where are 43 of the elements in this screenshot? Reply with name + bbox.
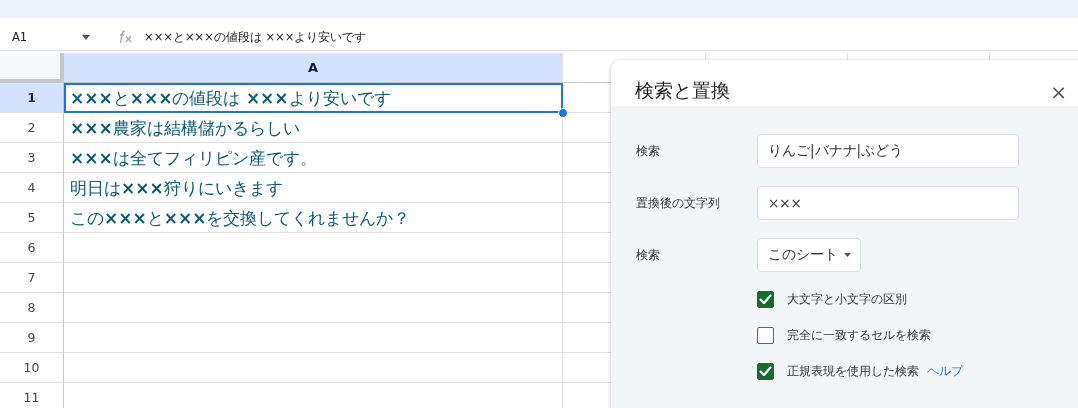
- cell-reference[interactable]: A1: [0, 30, 82, 44]
- field-label: 検索: [636, 142, 661, 160]
- grid-cell[interactable]: この×××と×××を交換してくれませんか？: [64, 203, 563, 233]
- grid-cell[interactable]: ×××と×××の値段は ×××より安いです: [64, 83, 563, 113]
- grid-cell[interactable]: [64, 293, 563, 323]
- select-all-corner[interactable]: [0, 53, 64, 83]
- row-header[interactable]: 7: [0, 263, 64, 293]
- field-label: 検索: [636, 246, 661, 264]
- row-header[interactable]: 1: [0, 83, 64, 113]
- row-header[interactable]: 3: [0, 143, 64, 173]
- field-label: 置換後の文字列: [636, 194, 721, 212]
- input-field[interactable]: りんご|バナナ|ぶどう: [757, 134, 1019, 168]
- row-header[interactable]: 9: [0, 323, 64, 353]
- input-field[interactable]: ×××: [757, 186, 1019, 220]
- grid-cell[interactable]: [64, 263, 563, 293]
- checkbox-label[interactable]: 正規表現を使用した検索: [787, 362, 919, 380]
- function-icon: [118, 30, 134, 44]
- dropdown-caret-icon[interactable]: [82, 34, 90, 40]
- caret-icon: [844, 253, 851, 257]
- row-header[interactable]: 5: [0, 203, 64, 233]
- checkbox[interactable]: [757, 290, 774, 308]
- row-header[interactable]: 6: [0, 233, 64, 263]
- fill-handle[interactable]: [558, 108, 568, 118]
- close-button[interactable]: ×: [1050, 82, 1067, 102]
- scope-dropdown[interactable]: このシート: [757, 238, 861, 272]
- grid-cell[interactable]: 明日は×××狩りにいきます: [64, 173, 563, 203]
- dialog-title: 検索と置換: [635, 78, 730, 103]
- row-header[interactable]: 8: [0, 293, 64, 323]
- grid-cell[interactable]: [64, 323, 563, 353]
- checkbox[interactable]: [757, 362, 774, 380]
- grid-cell[interactable]: ×××は全てフィリピン産です。: [64, 143, 563, 173]
- row-header[interactable]: 4: [0, 173, 64, 203]
- grid-cell[interactable]: [64, 233, 563, 263]
- column-header[interactable]: A: [64, 53, 563, 83]
- checkbox-label[interactable]: 大文字と小文字の区別: [787, 290, 907, 308]
- checkbox[interactable]: [757, 326, 774, 344]
- row-header[interactable]: 10: [0, 353, 64, 383]
- grid-cell[interactable]: ×××農家は結構儲かるらしい: [64, 113, 563, 143]
- help-link[interactable]: ヘルプ: [927, 362, 963, 380]
- formula-text[interactable]: ×××と×××の値段は ×××より安いです: [144, 29, 367, 45]
- checkbox-label[interactable]: 完全に一致するセルを検索: [787, 326, 931, 344]
- grid-cell[interactable]: [64, 353, 563, 383]
- row-header[interactable]: 2: [0, 113, 64, 143]
